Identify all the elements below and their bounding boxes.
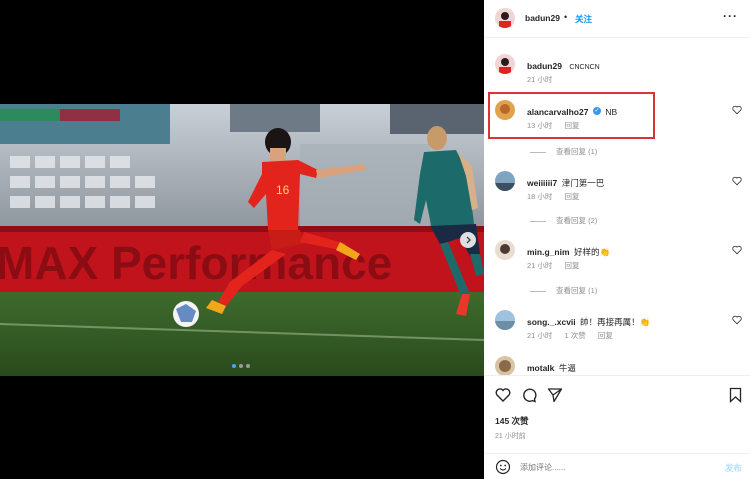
verified-badge-icon: ✓ <box>592 106 601 115</box>
carousel-dot <box>239 364 243 368</box>
commenter-username[interactable]: weiiiiii7 <box>527 178 557 188</box>
commenter-avatar[interactable] <box>495 100 515 120</box>
caption-username[interactable]: badun29 <box>527 61 562 71</box>
add-comment-bar: 发布 <box>484 453 750 479</box>
view-replies-button[interactable]: 查看回复 (2) <box>530 215 597 226</box>
post-photo: MAX Performance 16 <box>0 104 484 376</box>
comment-time: 21 小时 <box>527 331 553 340</box>
replies-line <box>530 290 546 292</box>
reply-button[interactable]: 回复 <box>598 331 613 340</box>
post-comment-button[interactable]: 发布 <box>725 462 742 474</box>
comment-time: 13 小时 <box>527 121 553 130</box>
heart-icon[interactable] <box>495 387 511 403</box>
view-replies-label: 查看回复 (2) <box>556 216 598 225</box>
author-avatar[interactable] <box>495 8 515 28</box>
share-icon[interactable] <box>547 387 563 403</box>
like-heart-icon[interactable] <box>732 245 742 255</box>
commenter-username[interactable]: alancarvalho27 <box>527 107 588 117</box>
commenter-avatar[interactable] <box>495 356 515 375</box>
replies-line <box>530 220 546 222</box>
comment-time: 21 小时 <box>527 261 553 270</box>
svg-text:16: 16 <box>276 183 290 197</box>
comment-time: 18 小时 <box>527 192 553 201</box>
reply-button[interactable]: 回复 <box>565 261 580 270</box>
comment-text: 好样的👏 <box>573 247 611 257</box>
caption-text: CNCNCN <box>569 64 600 71</box>
comment-likes[interactable]: 1 次赞 <box>565 331 586 340</box>
comment-meta: 21 小时 回复 <box>527 260 590 271</box>
comment-input[interactable] <box>520 460 710 474</box>
replies-line <box>530 151 546 153</box>
next-photo-button[interactable] <box>460 232 476 248</box>
commenter-avatar[interactable] <box>495 240 515 260</box>
like-heart-icon[interactable] <box>732 315 742 325</box>
comment-text: NB <box>605 107 618 117</box>
like-heart-icon[interactable] <box>732 176 742 186</box>
chevron-right-icon <box>466 236 471 244</box>
view-replies-label: 查看回复 (1) <box>556 147 598 156</box>
follow-button[interactable]: 关注 <box>575 13 592 25</box>
separator-dot: • <box>564 12 568 22</box>
author-username[interactable]: badun29 <box>525 13 560 23</box>
post-actions: 145 次赞 21 小时前 <box>484 375 750 463</box>
view-replies-button[interactable]: 查看回复 (1) <box>530 285 597 296</box>
reply-button[interactable]: 回复 <box>565 121 580 130</box>
view-replies-button[interactable]: 查看回复 (1) <box>530 146 597 157</box>
caption-time: 21 小时 <box>527 75 553 84</box>
like-count[interactable]: 145 次赞 <box>495 415 529 427</box>
media-viewer: MAX Performance 16 <box>0 0 484 479</box>
commenter-avatar[interactable] <box>495 171 515 191</box>
comment-text: 津门第一巴 <box>561 178 605 188</box>
comment-meta: 18 小时 回复 <box>527 191 590 202</box>
reply-button[interactable]: 回复 <box>565 192 580 201</box>
comment-item: motalk 牛逼 <box>484 356 750 375</box>
more-icon[interactable]: ··· <box>723 9 738 23</box>
commenter-avatar[interactable] <box>495 310 515 330</box>
author-avatar[interactable] <box>495 54 515 74</box>
commenter-username[interactable]: song._.xcvii <box>527 317 576 327</box>
post-side-panel: badun29 • 关注 ··· badun29 CNCNCN 21 小时 al… <box>484 0 750 479</box>
comment-icon[interactable] <box>521 387 537 403</box>
carousel-dot <box>246 364 250 368</box>
carousel-indicator <box>232 364 250 368</box>
commenter-username[interactable]: motalk <box>527 363 554 373</box>
comment-meta: 21 小时 1 次赞 回复 <box>527 330 623 341</box>
carousel-dot <box>232 364 236 368</box>
comment-meta: 13 小时 回复 <box>527 120 590 131</box>
comment-text: 帥！再接再厲！👏 <box>580 317 651 327</box>
comment-text: 牛逼 <box>558 363 576 373</box>
view-replies-label: 查看回复 (1) <box>556 286 598 295</box>
emoji-icon[interactable] <box>495 459 511 475</box>
bookmark-icon[interactable] <box>729 387 742 403</box>
commenter-username[interactable]: min.g_nim <box>527 247 570 257</box>
post-header: badun29 • 关注 ··· <box>484 0 750 38</box>
like-heart-icon[interactable] <box>732 105 742 115</box>
caption-meta: 21 小时 <box>527 74 562 85</box>
post-timestamp: 21 小时前 <box>495 433 526 440</box>
